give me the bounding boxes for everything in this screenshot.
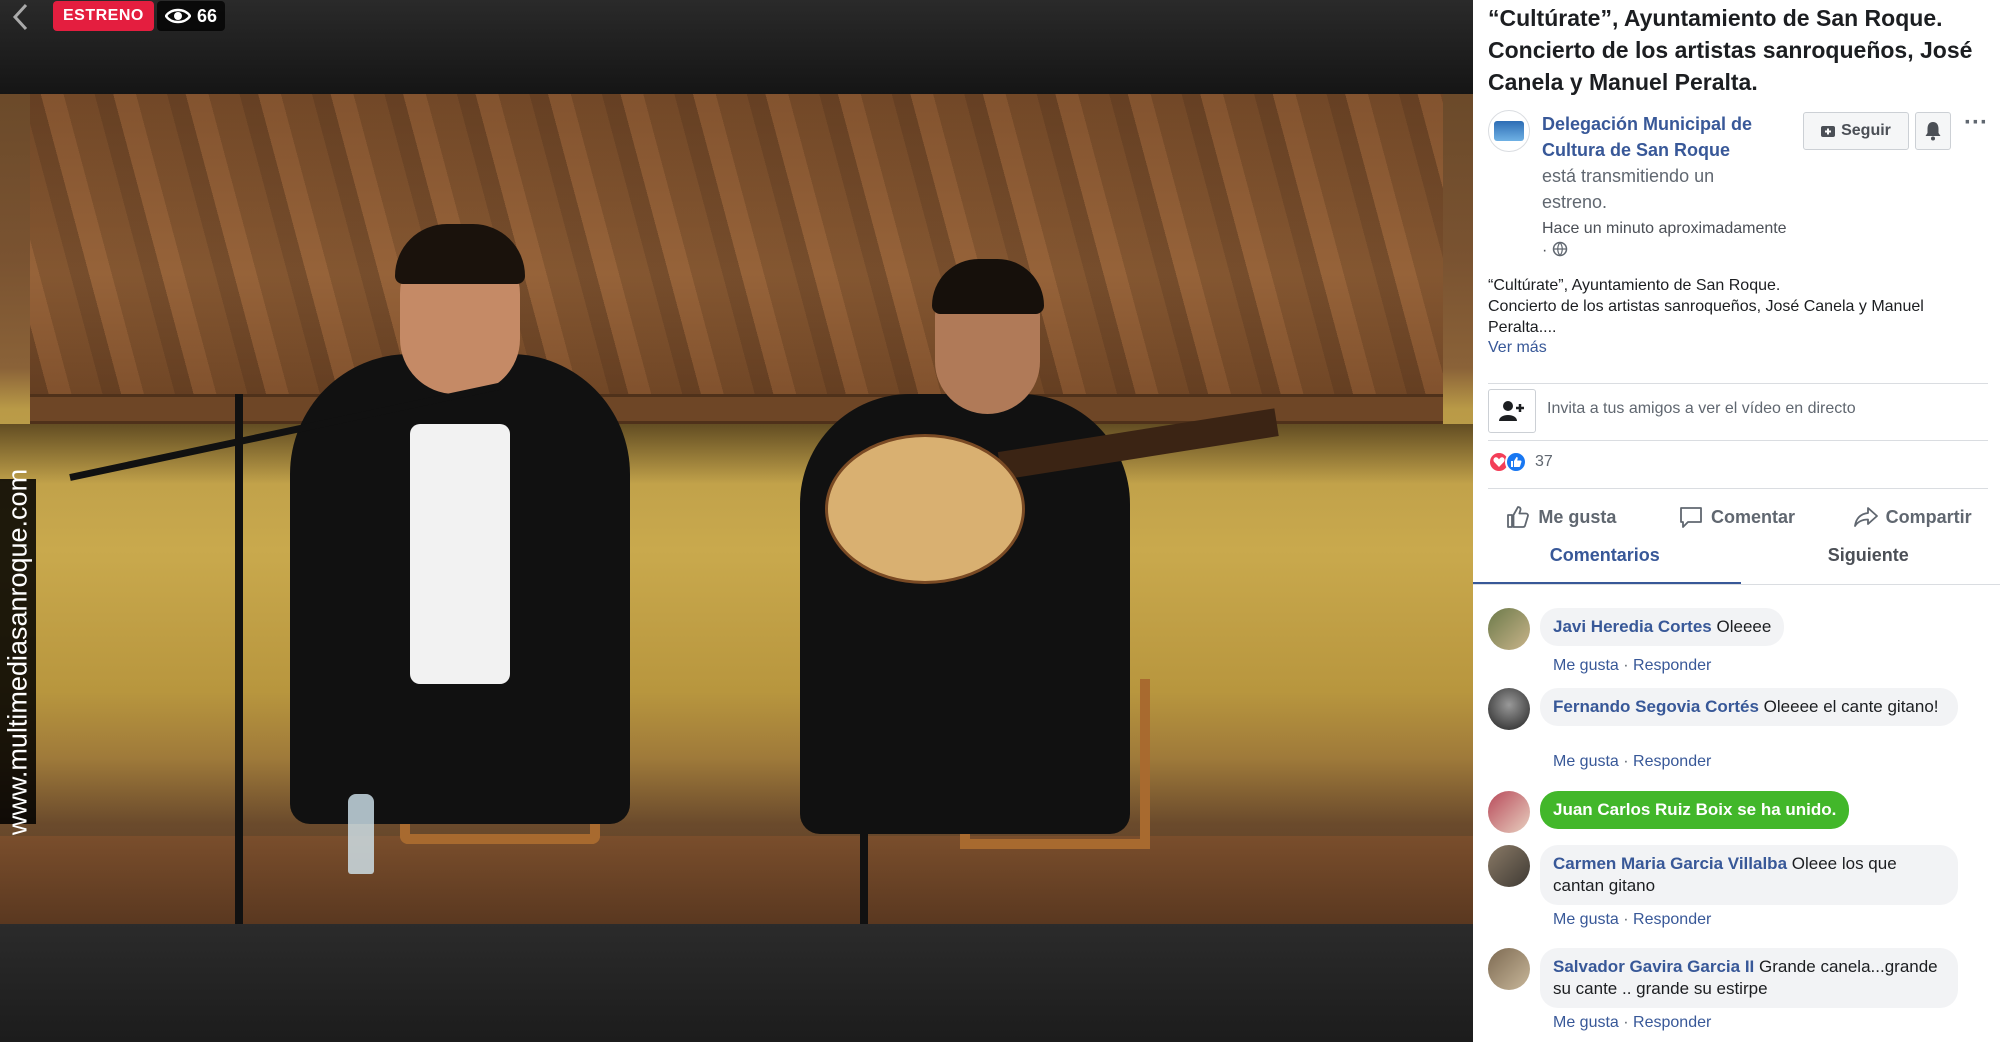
activity-text: está transmitiendo un estreno. [1542, 166, 1715, 212]
comment-actions: Me gusta · Responder [1553, 911, 1711, 929]
tab-comments[interactable]: Comentarios [1473, 537, 1741, 585]
eye-icon [165, 8, 191, 24]
panel-tabs: Comentarios Siguiente [1473, 537, 2000, 585]
share-label: Compartir [1885, 506, 1972, 527]
comment-bubble: Javi Heredia Cortes Oleeee [1540, 608, 1785, 646]
follow-label: Seguir [1841, 122, 1891, 139]
follow-button[interactable]: Seguir [1803, 112, 1909, 150]
divider [1488, 440, 1988, 441]
comment-reply-link[interactable]: Responder [1633, 911, 1711, 928]
avatar[interactable] [1488, 688, 1530, 730]
more-options-icon[interactable]: ··· [1961, 111, 1991, 142]
add-friend-icon [1499, 401, 1524, 421]
watermark: www.multimediasanroque.com [0, 468, 36, 835]
reaction-icons[interactable] [1488, 451, 1527, 473]
tabs-divider [1473, 584, 2000, 585]
commenter-name[interactable]: Carmen Maria Garcia Villalba [1553, 854, 1787, 873]
joined-text: se ha unido. [1737, 800, 1837, 819]
action-separator: · [1623, 657, 1629, 674]
comment-like-link[interactable]: Me gusta [1553, 657, 1619, 674]
view-count-badge: 66 [157, 1, 226, 31]
avatar[interactable] [1488, 608, 1530, 650]
comment-reply-link[interactable]: Responder [1633, 753, 1711, 770]
avatar[interactable] [1488, 845, 1530, 887]
comment-actions: Me gusta · Responder [1553, 753, 1711, 771]
thumbs-up-icon [1507, 506, 1530, 528]
stage-floor [0, 836, 1473, 924]
comment-bubble: Carmen Maria Garcia Villalba Oleee los q… [1540, 845, 1958, 905]
invite-friends-text[interactable]: Invita a tus amigos a ver el vídeo en di… [1547, 400, 1856, 418]
reaction-count[interactable]: 37 [1535, 453, 1553, 471]
watermark-text: www.multimediasanroque.com [2, 468, 33, 835]
comment-reply-link[interactable]: Responder [1633, 1014, 1711, 1031]
page-avatar[interactable] [1488, 110, 1530, 152]
video-frame[interactable]: www.multimediasanroque.com [0, 94, 1473, 924]
post-description: “Cultúrate”, Ayuntamiento de San Roque. … [1488, 275, 1988, 338]
timestamp-separator: · [1542, 242, 1548, 259]
action-separator: · [1623, 753, 1629, 770]
page-logo [1494, 121, 1524, 141]
see-more-link[interactable]: Ver más [1488, 339, 1547, 357]
bell-icon [1925, 122, 1941, 141]
comment-actions: Me gusta · Responder [1553, 657, 1711, 675]
premiere-badge: ESTRENO [53, 1, 154, 31]
water-bottle [348, 794, 374, 874]
side-panel: “Cultúrate”, Ayuntamiento de San Roque. … [1473, 0, 2000, 1042]
comment-label: Comentar [1711, 506, 1796, 527]
globe-icon [1552, 241, 1568, 257]
commenter-name[interactable]: Javi Heredia Cortes [1553, 617, 1712, 636]
comment-text: Oleeee [1716, 617, 1772, 636]
commenter-name[interactable]: Fernando Segovia Cortés [1553, 697, 1759, 716]
share-button[interactable]: Compartir [1824, 497, 2000, 537]
comment-like-link[interactable]: Me gusta [1553, 1014, 1619, 1031]
comment-bubble: Fernando Segovia Cortés Oleeee el cante … [1540, 688, 1958, 726]
comment-bubble: Salvador Gavira Garcia II Grande canela.… [1540, 948, 1958, 1008]
mic-stand-left [235, 394, 243, 924]
action-separator: · [1623, 1014, 1629, 1031]
follow-icon [1821, 126, 1836, 137]
video-player[interactable]: ESTRENO 66 www.multimediasanroque.com [0, 0, 1473, 1042]
view-count: 66 [197, 6, 218, 26]
post-title: “Cultúrate”, Ayuntamiento de San Roque. … [1488, 5, 1973, 95]
back-icon[interactable] [8, 2, 38, 32]
timestamp-text[interactable]: Hace un minuto aproximadamente [1542, 220, 1787, 237]
joined-user-name[interactable]: Juan Carlos Ruiz Boix [1553, 800, 1732, 819]
like-button[interactable]: Me gusta [1473, 497, 1649, 537]
comment-icon [1680, 507, 1702, 528]
commenter-name[interactable]: Salvador Gavira Garcia II [1553, 957, 1754, 976]
invite-friends-button[interactable] [1488, 389, 1536, 433]
joined-bubble: Juan Carlos Ruiz Boix se ha unido. [1540, 791, 1850, 829]
notifications-button[interactable] [1915, 112, 1951, 150]
comment-like-link[interactable]: Me gusta [1553, 911, 1619, 928]
description-line-1: “Cultúrate”, Ayuntamiento de San Roque. [1488, 277, 1781, 294]
description-line-2: Concierto de los artistas sanroqueños, J… [1488, 298, 1924, 336]
comment-actions: Me gusta · Responder [1553, 1014, 1711, 1032]
like-reaction-icon [1505, 451, 1527, 473]
wood-relief [30, 94, 1443, 394]
mic-stand-right [860, 594, 868, 924]
tab-next[interactable]: Siguiente [1737, 537, 2000, 585]
comment-button[interactable]: Comentar [1649, 497, 1825, 537]
page-name-link[interactable]: Delegación Municipal de Cultura de San R… [1542, 111, 1782, 163]
comment-reply-link[interactable]: Responder [1633, 657, 1711, 674]
guitar-body [825, 434, 1025, 584]
video-bottom-bar [0, 924, 1473, 1042]
singer-shirt [410, 424, 510, 684]
post-timestamp[interactable]: Hace un minuto aproximadamente · [1542, 218, 1832, 262]
action-separator: · [1623, 911, 1629, 928]
avatar[interactable] [1488, 791, 1530, 833]
like-label: Me gusta [1538, 506, 1617, 527]
comment-text: Oleeee el cante gitano! [1763, 697, 1939, 716]
share-icon [1853, 507, 1878, 527]
avatar[interactable] [1488, 948, 1530, 990]
comment-like-link[interactable]: Me gusta [1553, 753, 1619, 770]
divider [1488, 488, 1988, 489]
post-actions: Me gusta Comentar Compartir [1473, 497, 2000, 537]
divider [1488, 383, 1988, 384]
